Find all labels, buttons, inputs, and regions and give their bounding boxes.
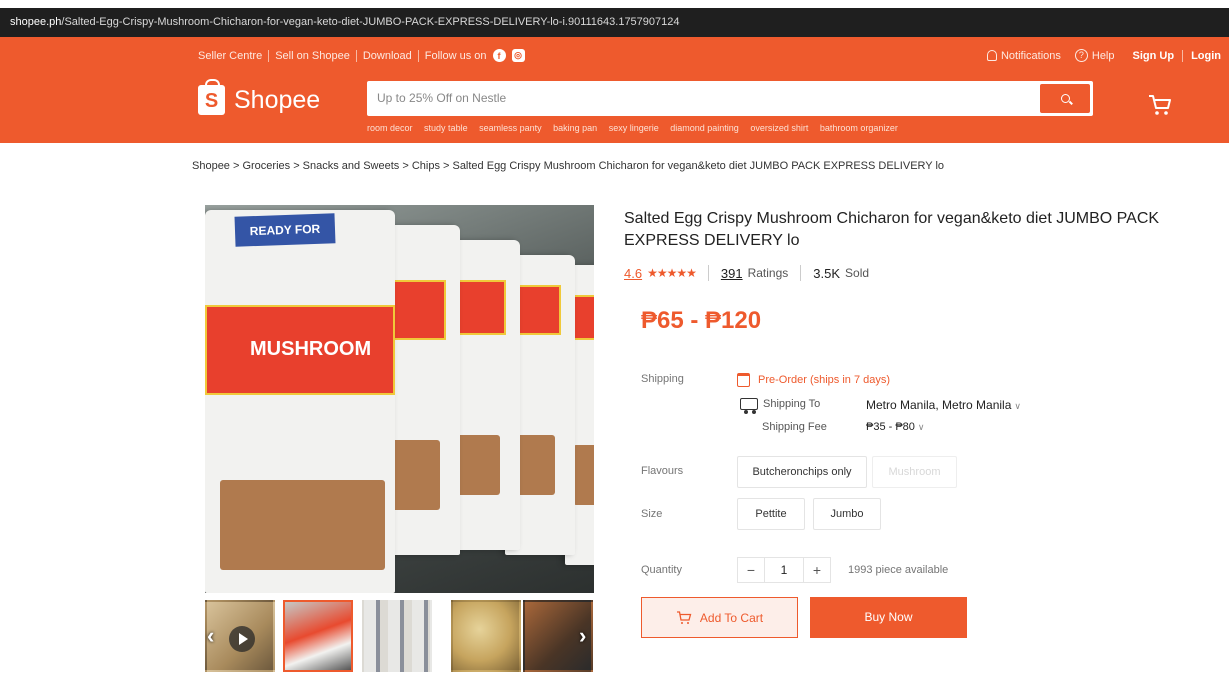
search-input[interactable]: Up to 25% Off on Nestle xyxy=(377,91,506,105)
rating-value[interactable]: 4.6 xyxy=(624,266,642,281)
preorder-text: Pre-Order (ships in 7 days) xyxy=(758,374,891,386)
play-icon[interactable] xyxy=(229,626,255,652)
divider xyxy=(268,49,270,62)
search-icon xyxy=(1060,94,1070,103)
flavours-label: Flavours xyxy=(641,465,684,477)
flavour-option-mushroom[interactable]: Mushroom xyxy=(872,456,957,488)
suggestion-link[interactable]: diamond painting xyxy=(670,123,739,133)
suggestion-link[interactable]: study table xyxy=(424,123,468,133)
quantity-increase-button[interactable]: + xyxy=(804,558,830,582)
stock-available: 1993 piece available xyxy=(848,564,949,576)
divider xyxy=(707,265,709,281)
facebook-icon[interactable]: f xyxy=(492,49,506,62)
url-host: shopee.ph xyxy=(10,16,62,28)
divider xyxy=(800,265,802,281)
quantity-decrease-button[interactable]: − xyxy=(738,558,764,582)
shipping-fee-label: Shipping Fee xyxy=(762,421,827,433)
url-path: /Salted-Egg-Crispy-Mushroom-Chicharon-fo… xyxy=(61,16,680,28)
divider xyxy=(417,49,419,62)
shipping-destination: Metro Manila, Metro Manila xyxy=(866,398,1012,412)
ratings-count[interactable]: 391 xyxy=(721,266,743,281)
suggestion-link[interactable]: sexy lingerie xyxy=(609,123,659,133)
preorder-notice: Pre-Order (ships in 7 days) xyxy=(737,373,890,387)
shopee-logo[interactable]: S Shopee xyxy=(198,79,321,115)
size-option-jumbo[interactable]: Jumbo xyxy=(813,498,881,530)
divider xyxy=(1182,49,1184,62)
help-label: Help xyxy=(1091,49,1115,62)
ready-label: READY FOR xyxy=(234,213,336,247)
flavour-option-butcheronchips[interactable]: Butcheronchips only xyxy=(737,456,867,488)
product-stats: 4.6 ★★★★★ 391 Ratings 3.5K Sold xyxy=(624,265,869,281)
help-link[interactable]: ? Help xyxy=(1074,49,1115,62)
header-right-links: Notifications ? Help Sign Up Login xyxy=(986,49,1221,62)
shipping-to-label: Shipping To xyxy=(763,398,821,410)
suggestion-link[interactable]: baking pan xyxy=(553,123,597,133)
header-top-links: Seller Centre Sell on Shopee Download Fo… xyxy=(198,49,525,62)
product-main-image[interactable]: READY FOR MUSHROOM xyxy=(205,205,594,593)
add-to-cart-label: Add To Cart xyxy=(699,610,764,625)
add-to-cart-button[interactable]: Add To Cart xyxy=(641,597,798,638)
cart-icon[interactable] xyxy=(1147,92,1173,118)
logo-wordmark: Shopee xyxy=(234,85,321,114)
help-icon: ? xyxy=(1074,49,1088,62)
suggestion-link[interactable]: room decor xyxy=(367,123,413,133)
truck-icon xyxy=(740,398,758,414)
login-link[interactable]: Login xyxy=(1191,50,1221,62)
sell-on-shopee-link[interactable]: Sell on Shopee xyxy=(275,50,350,62)
search-bar[interactable]: Up to 25% Off on Nestle xyxy=(367,81,1093,116)
suggestion-link[interactable]: oversized shirt xyxy=(750,123,808,133)
rating-stars-icon: ★★★★★ xyxy=(647,266,697,280)
shipping-to: Shipping To xyxy=(740,398,821,414)
search-suggestions: room decor study table seamless panty ba… xyxy=(367,123,907,133)
quantity-input[interactable]: 1 xyxy=(764,558,804,582)
bell-icon xyxy=(986,50,997,61)
thumbnail-image[interactable] xyxy=(451,600,521,672)
quantity-stepper: − 1 + xyxy=(737,557,831,583)
thumbnail-video[interactable] xyxy=(205,600,275,672)
shopee-header: Seller Centre Sell on Shopee Download Fo… xyxy=(0,37,1229,143)
search-button[interactable] xyxy=(1040,84,1090,113)
address-bar[interactable]: shopee.ph/Salted-Egg-Crispy-Mushroom-Chi… xyxy=(0,8,1229,37)
shipping-fee-select[interactable]: ₱35 - ₱80 ∨ xyxy=(866,421,925,433)
thumbnail-image[interactable] xyxy=(283,600,353,672)
ratings-label: Ratings xyxy=(747,266,789,280)
sold-count: 3.5K xyxy=(813,265,841,281)
chevron-down-icon: ∨ xyxy=(1014,401,1021,411)
seller-centre-link[interactable]: Seller Centre xyxy=(198,50,262,62)
calendar-icon xyxy=(737,373,750,387)
shipping-destination-select[interactable]: Metro Manila, Metro Manila ∨ xyxy=(866,398,1021,412)
product-price: ₱65 - ₱120 xyxy=(641,307,762,334)
shipping-label: Shipping xyxy=(641,373,684,385)
download-link[interactable]: Download xyxy=(363,50,412,62)
thumbnail-image[interactable] xyxy=(362,600,432,672)
product-title: Salted Egg Crispy Mushroom Chicharon for… xyxy=(624,210,1160,249)
sold-label: Sold xyxy=(845,266,870,280)
chevron-down-icon: ∨ xyxy=(917,422,925,432)
notifications-link[interactable]: Notifications xyxy=(986,49,1061,62)
next-thumbnail-icon[interactable]: › xyxy=(579,625,586,647)
suggestion-link[interactable]: bathroom organizer xyxy=(820,123,898,133)
follow-us-label: Follow us on xyxy=(424,49,487,62)
mushroom-label: MUSHROOM xyxy=(250,338,372,360)
size-label: Size xyxy=(641,508,663,520)
divider xyxy=(355,49,357,62)
size-option-pettite[interactable]: Pettite xyxy=(737,498,805,530)
thumbnail-strip: ‹ › xyxy=(205,600,594,672)
prev-thumbnail-icon[interactable]: ‹ xyxy=(207,625,214,647)
notifications-label: Notifications xyxy=(1000,49,1061,62)
shipping-fee-value: ₱35 - ₱80 xyxy=(866,421,915,433)
sign-up-link[interactable]: Sign Up xyxy=(1133,50,1175,62)
quantity-label: Quantity xyxy=(641,564,682,576)
instagram-icon[interactable]: ◎ xyxy=(511,49,525,62)
suggestion-link[interactable]: seamless panty xyxy=(479,123,542,133)
shopee-bag-icon: S xyxy=(198,79,225,115)
buy-now-button[interactable]: Buy Now xyxy=(810,597,967,638)
breadcrumb[interactable]: Shopee > Groceries > Snacks and Sweets >… xyxy=(192,160,944,172)
cart-plus-icon xyxy=(676,610,692,624)
